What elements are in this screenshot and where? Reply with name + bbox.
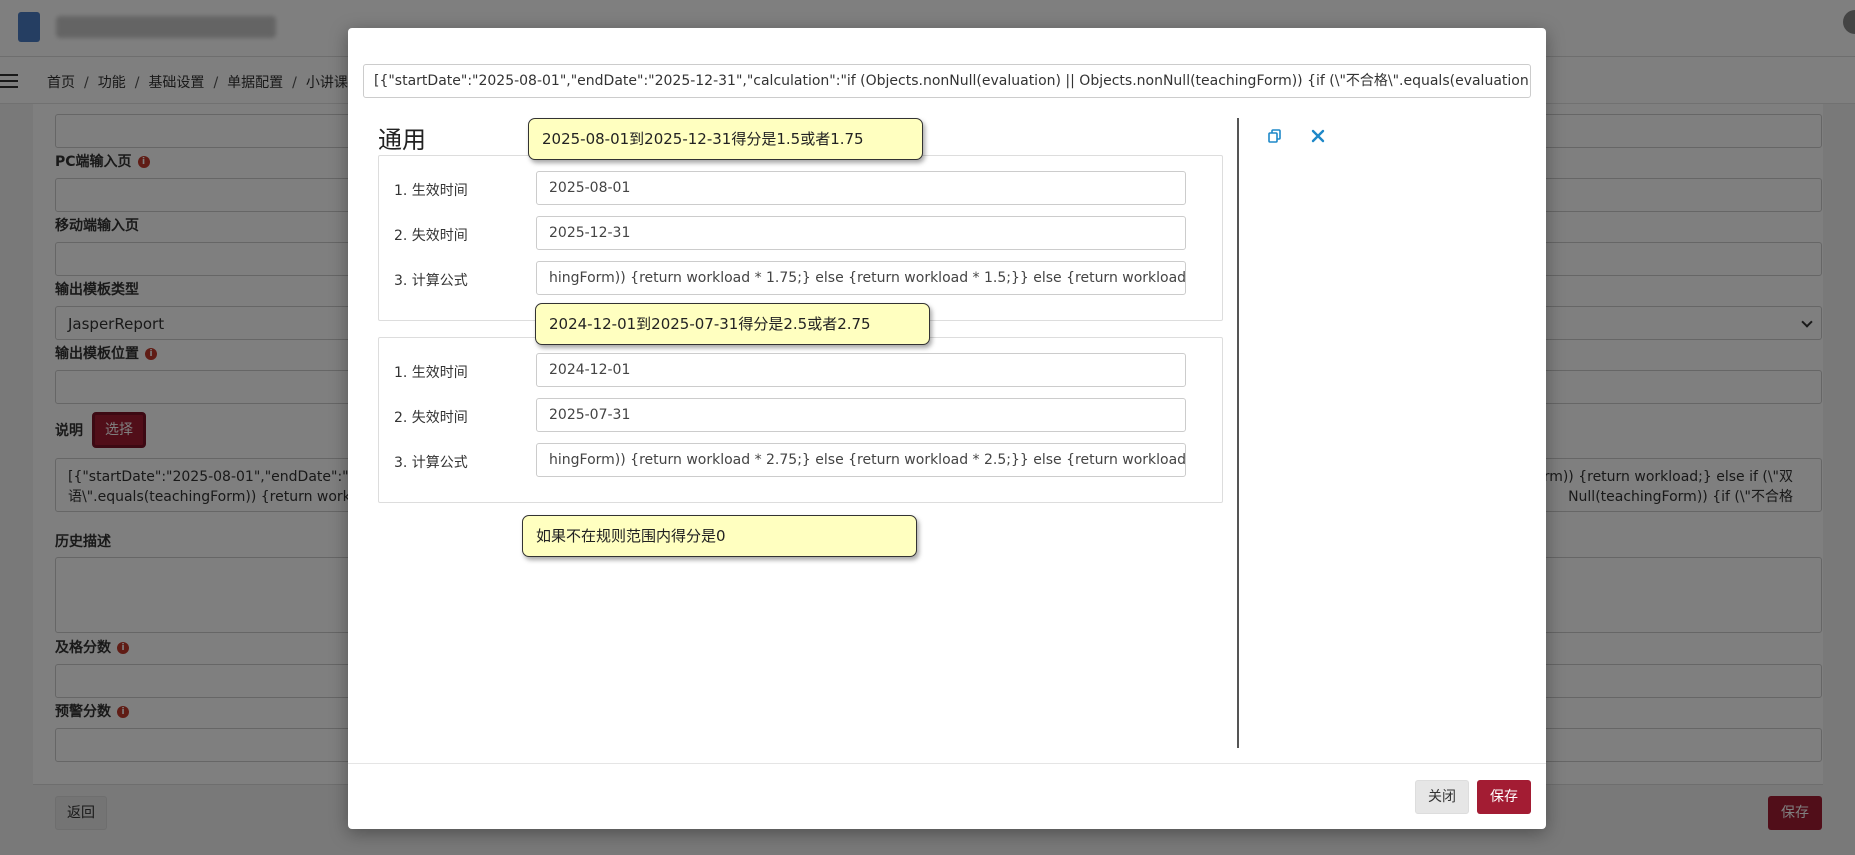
copy-icon[interactable] (1266, 127, 1284, 145)
start-date-input[interactable]: 2025-08-01 (536, 171, 1186, 205)
section-title: 通用 (378, 126, 426, 154)
json-input[interactable]: [{"startDate":"2025-08-01","endDate":"20… (363, 64, 1531, 98)
end-date-input[interactable]: 2025-12-31 (536, 216, 1186, 250)
formula-input[interactable]: hingForm)) {return workload * 2.75;} els… (536, 443, 1186, 477)
start-date-label: 1. 生效时间 (394, 365, 468, 381)
annotation-note: 2025-08-01到2025-12-31得分是1.5或者1.75 (528, 118, 923, 160)
modal-footer-divider (348, 763, 1546, 764)
formula-label: 3. 计算公式 (394, 273, 468, 289)
close-icon[interactable] (1309, 127, 1327, 145)
start-date-label: 1. 生效时间 (394, 183, 468, 199)
rule-card: 1. 生效时间 2024-12-01 2. 失效时间 2025-07-31 3.… (378, 337, 1223, 503)
end-date-label: 2. 失效时间 (394, 228, 468, 244)
annotation-note: 如果不在规则范围内得分是0 (522, 515, 917, 557)
annotation-note: 2024-12-01到2025-07-31得分是2.5或者2.75 (535, 303, 930, 345)
formula-input[interactable]: hingForm)) {return workload * 1.75;} els… (536, 261, 1186, 295)
formula-label: 3. 计算公式 (394, 455, 468, 471)
save-button[interactable]: 保存 (1477, 780, 1531, 814)
rule-card: 1. 生效时间 2025-08-01 2. 失效时间 2025-12-31 3.… (378, 155, 1223, 321)
vertical-divider (1237, 118, 1239, 748)
close-button[interactable]: 关闭 (1415, 780, 1469, 814)
end-date-label: 2. 失效时间 (394, 410, 468, 426)
start-date-input[interactable]: 2024-12-01 (536, 353, 1186, 387)
end-date-input[interactable]: 2025-07-31 (536, 398, 1186, 432)
